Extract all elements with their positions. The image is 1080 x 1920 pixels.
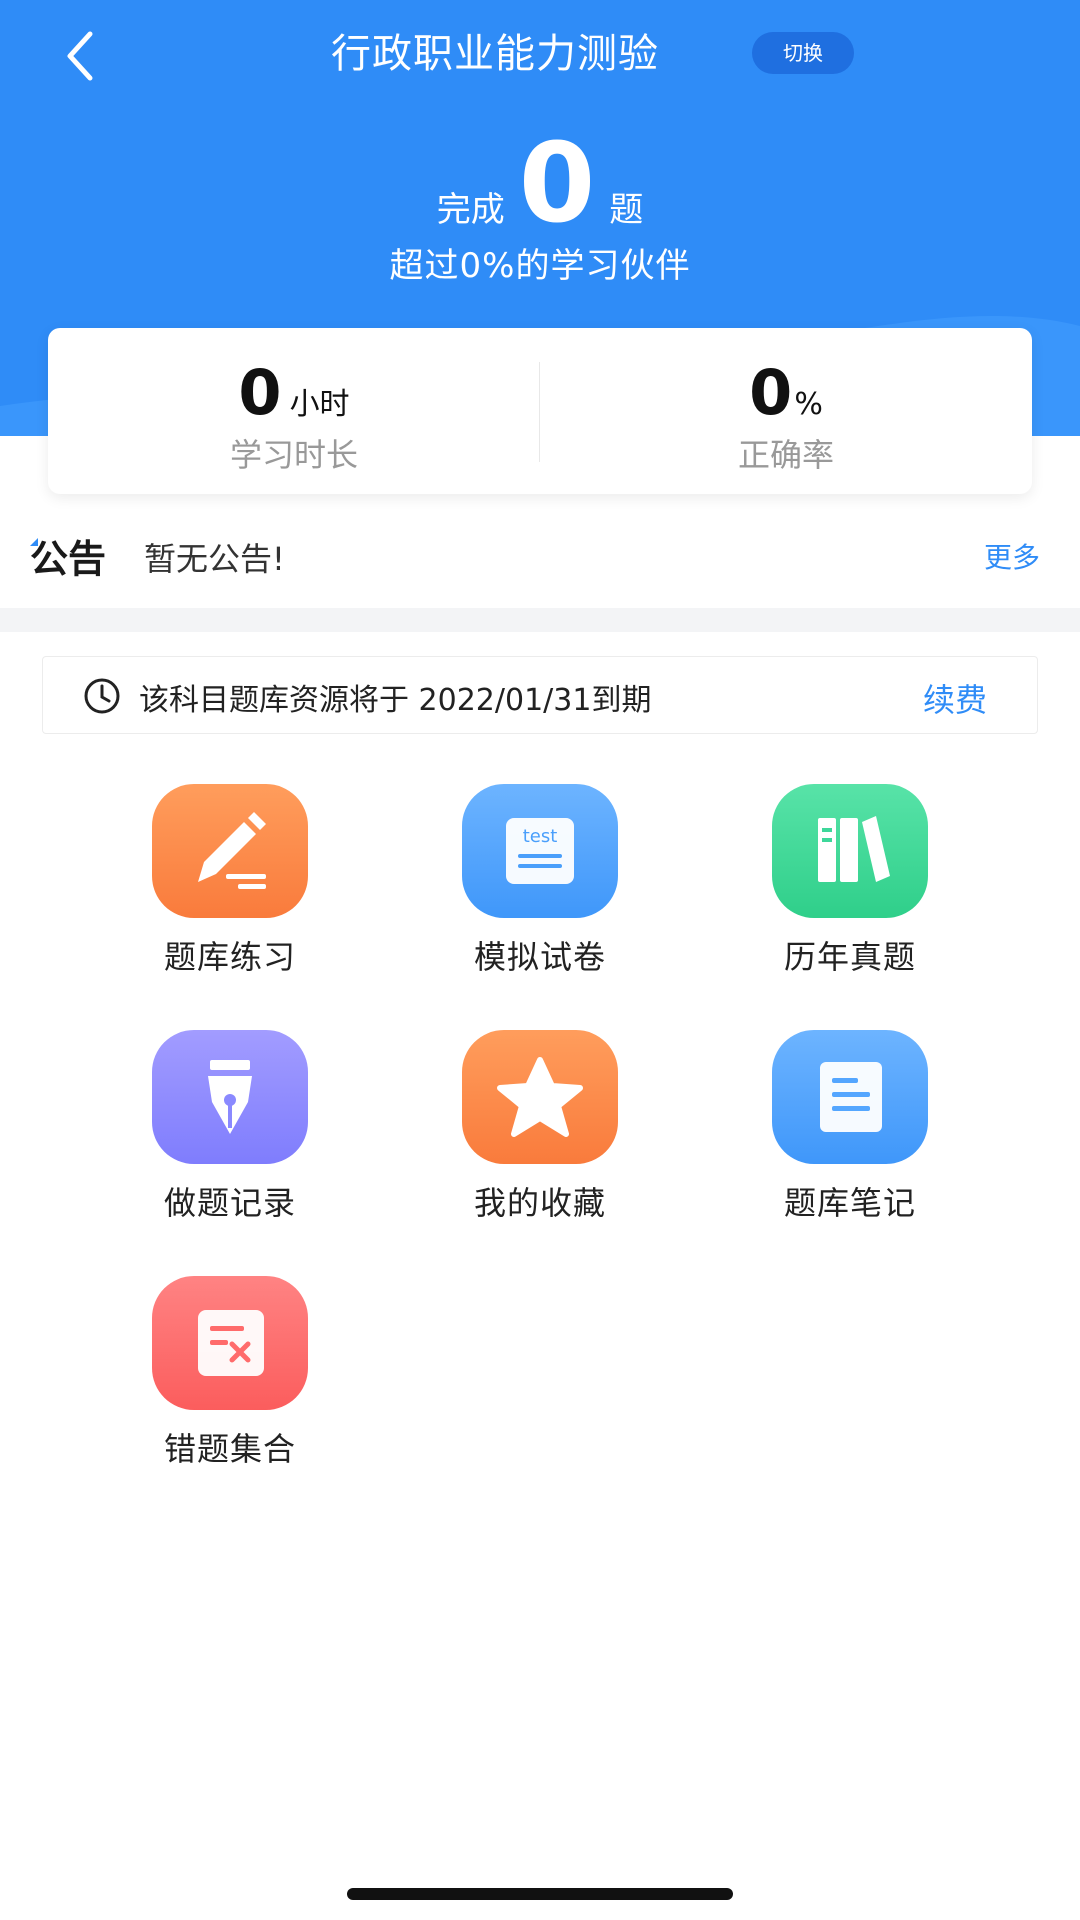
stats-card: 0 小时 学习时长 0% 正确率 (48, 328, 1032, 494)
test-paper-icon-text: test (523, 826, 558, 847)
accuracy-label: 正确率 (737, 436, 834, 474)
star-icon (497, 1057, 583, 1137)
feature-label: 错题集合 (163, 1430, 296, 1468)
feature-mistakes[interactable]: 错题集合 (110, 1276, 350, 1486)
study-time-stat: 0 小时 学习时长 (48, 328, 540, 494)
accuracy-value: 0 (749, 356, 793, 429)
wrong-answer-icon (198, 1310, 264, 1376)
test-paper-icon: test (506, 818, 574, 884)
page-title: 行政职业能力测验 (331, 31, 659, 77)
feature-practice-record[interactable]: 做题记录 (110, 1030, 350, 1240)
feature-notes[interactable]: 题库笔记 (730, 1030, 970, 1240)
expiration-bar: 该科目题库资源将于 2022/01/31到期 续费 (42, 656, 1038, 734)
accuracy-unit: % (794, 387, 823, 422)
notes-tile (772, 1030, 928, 1164)
feature-label: 模拟试卷 (473, 938, 606, 976)
books-icon (818, 816, 890, 882)
switch-subject-button[interactable]: 切换 (752, 32, 854, 74)
notice-logo: 公告 (30, 537, 106, 580)
completed-unit: 题 (609, 190, 644, 230)
practice-tile (152, 784, 308, 918)
mistakes-tile (152, 1276, 308, 1410)
study-time-unit: 小时 (289, 387, 350, 422)
notice-more-link[interactable]: 更多 (984, 536, 1040, 576)
notice-text: 暂无公告! (144, 540, 285, 578)
study-time-value: 0 (238, 356, 282, 429)
past-papers-tile (772, 784, 928, 918)
mock-exam-tile: test (462, 784, 618, 918)
feature-favorites[interactable]: 我的收藏 (420, 1030, 660, 1240)
feature-mock-exam[interactable]: test 模拟试卷 (420, 784, 660, 994)
completed-number: 0 (518, 119, 596, 247)
feature-label: 我的收藏 (473, 1184, 606, 1222)
favorites-tile (462, 1030, 618, 1164)
accuracy-stat: 0% 正确率 (540, 328, 1032, 494)
expiration-message: 该科目题库资源将于 2022/01/31到期 (139, 683, 652, 718)
section-divider (0, 608, 1080, 632)
clock-icon (84, 678, 120, 714)
pencil-icon (198, 812, 266, 889)
fountain-pen-icon (208, 1060, 252, 1134)
practice-record-tile (152, 1030, 308, 1164)
feature-label: 题库笔记 (783, 1184, 916, 1222)
feature-practice[interactable]: 题库练习 (110, 784, 350, 994)
page-title-row: 行政职业能力测验 (0, 24, 1080, 84)
feature-label: 做题记录 (163, 1184, 296, 1222)
exceed-text: 超过0%的学习伙伴 (389, 246, 691, 286)
home-indicator[interactable] (347, 1888, 733, 1900)
feature-label: 题库练习 (163, 938, 296, 976)
completed-label: 完成 (436, 190, 505, 230)
feature-past-papers[interactable]: 历年真题 (730, 784, 970, 994)
feature-label: 历年真题 (783, 938, 916, 976)
completed-count: 完成 0 题 (0, 128, 1080, 238)
renew-button[interactable]: 续费 (923, 675, 987, 721)
notes-icon (820, 1062, 882, 1132)
study-time-label: 学习时长 (229, 436, 358, 474)
notice-logo-text: 公告 (30, 537, 106, 580)
notice-bar: 公告 暂无公告! 更多 (0, 520, 1080, 592)
